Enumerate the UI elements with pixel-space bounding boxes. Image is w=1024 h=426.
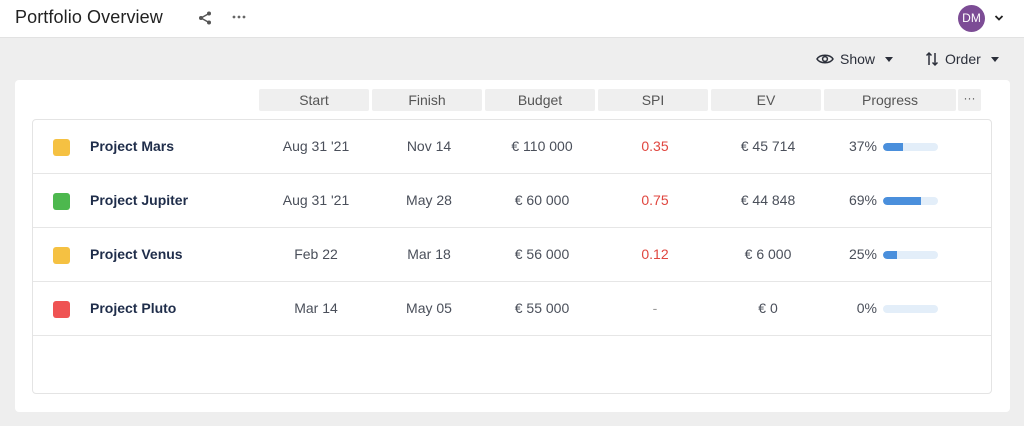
finish-date: Mar 18 (407, 246, 451, 262)
start-date: Mar 14 (294, 300, 338, 316)
column-header-progress[interactable]: Progress (824, 89, 956, 111)
project-name[interactable]: Project Jupiter (90, 192, 188, 208)
column-header-spi[interactable]: SPI (598, 89, 708, 111)
budget-value: € 55 000 (514, 300, 570, 316)
columns-more-button[interactable]: ··· (958, 89, 981, 111)
show-button[interactable]: Show (816, 48, 894, 70)
progress-percent: 69% (848, 192, 877, 208)
ev-value: € 45 714 (740, 138, 796, 154)
start-date: Feb 22 (294, 246, 338, 262)
progress-bar (883, 143, 938, 151)
avatar[interactable]: DM (958, 5, 985, 32)
progress-bar-fill (883, 197, 921, 205)
progress-bar-fill (883, 143, 904, 151)
progress-bar-fill (883, 251, 897, 259)
progress-percent: 0% (856, 300, 877, 316)
table-row[interactable]: Project Jupiter Aug 31 '21 May 28 € 60 0… (33, 174, 991, 228)
spi-value: 0.75 (641, 192, 669, 208)
project-color-swatch (53, 247, 70, 264)
start-date: Aug 31 '21 (282, 138, 350, 154)
more-horizontal-icon[interactable] (230, 9, 248, 25)
ev-value: € 6 000 (744, 246, 792, 262)
progress-percent: 25% (848, 246, 877, 262)
sort-arrows-icon (925, 51, 939, 67)
eye-icon (816, 54, 834, 64)
share-icon[interactable] (197, 10, 213, 26)
finish-date: Nov 14 (406, 138, 452, 154)
column-header-finish[interactable]: Finish (372, 89, 482, 111)
projects-table: Project Mars Aug 31 '21 Nov 14 € 110 000… (32, 119, 992, 394)
project-color-swatch (53, 193, 70, 210)
table-row[interactable]: Project Venus Feb 22 Mar 18 € 56 000 0.1… (33, 228, 991, 282)
spi-value: 0.35 (641, 138, 669, 154)
spi-value: 0.12 (641, 246, 669, 262)
top-bar: Portfolio Overview DM (0, 0, 1024, 38)
budget-value: € 56 000 (514, 246, 570, 262)
progress-bar (883, 197, 938, 205)
spi-value: - (652, 300, 658, 316)
ev-value: € 0 (758, 300, 778, 316)
column-header-budget[interactable]: Budget (485, 89, 595, 111)
finish-date: May 05 (406, 300, 452, 316)
caret-down-icon (885, 56, 894, 62)
project-color-swatch (53, 139, 70, 156)
order-button-label: Order (945, 51, 981, 67)
order-button[interactable]: Order (925, 48, 999, 70)
progress-bar (883, 305, 938, 313)
ev-value: € 44 848 (740, 192, 796, 208)
show-button-label: Show (840, 51, 876, 67)
caret-down-icon (990, 56, 999, 62)
progress-percent: 37% (848, 138, 877, 154)
project-name[interactable]: Project Pluto (90, 300, 176, 316)
project-name[interactable]: Project Mars (90, 138, 174, 154)
budget-value: € 110 000 (511, 138, 573, 154)
table-row[interactable]: Project Mars Aug 31 '21 Nov 14 € 110 000… (33, 120, 991, 174)
page-title: Portfolio Overview (15, 7, 163, 27)
column-header-ev[interactable]: EV (711, 89, 821, 111)
chevron-down-icon[interactable] (994, 13, 1004, 23)
column-header-start[interactable]: Start (259, 89, 369, 111)
project-name[interactable]: Project Venus (90, 246, 183, 262)
start-date: Aug 31 '21 (282, 192, 350, 208)
project-color-swatch (53, 301, 70, 318)
progress-bar (883, 251, 938, 259)
finish-date: May 28 (406, 192, 452, 208)
table-row[interactable]: Project Pluto Mar 14 May 05 € 55 000 - €… (33, 282, 991, 336)
budget-value: € 60 000 (514, 192, 570, 208)
